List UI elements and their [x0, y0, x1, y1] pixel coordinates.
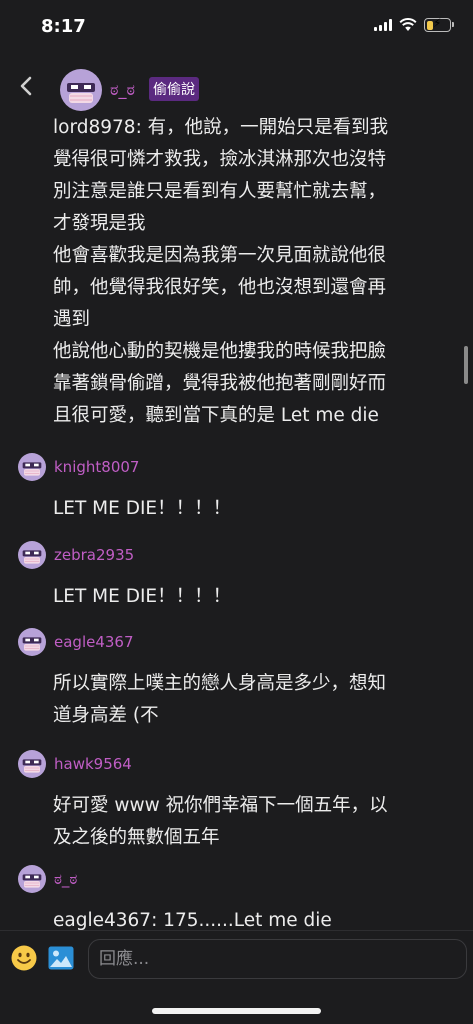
- post-line: lord8978: 有，他說，一開始只是看到我: [53, 117, 389, 138]
- qualifier-badge: 偷偷說: [149, 77, 199, 101]
- emoji-icon[interactable]: [10, 944, 38, 972]
- post-line: 靠著鎖骨偷蹭，覺得我被他抱著剛剛好而: [53, 373, 387, 394]
- status-icons: ⚡: [374, 16, 454, 32]
- avatar[interactable]: [18, 453, 46, 481]
- comment-text: LET ME DIE！！！！: [53, 581, 455, 613]
- wifi-icon: [399, 18, 417, 31]
- avatar[interactable]: [18, 865, 46, 893]
- comment-text: LET ME DIE！！！！: [53, 493, 455, 525]
- comment-username[interactable]: ಠ_ಠ: [54, 870, 77, 888]
- comment-username[interactable]: knight8007: [54, 458, 139, 476]
- post-content: lord8978: 有，他說，一開始只是看到我 覺得很可憐才救我，撿冰淇淋那次也…: [53, 112, 455, 432]
- poster-name[interactable]: ಠ_ಠ: [110, 80, 135, 100]
- post-line: 才發現是我: [53, 213, 146, 234]
- post-line: 別注意是誰只是看到有人要幫忙就去幫，: [53, 181, 387, 202]
- comment-username[interactable]: eagle4367: [54, 633, 134, 651]
- comment-username[interactable]: hawk9564: [54, 755, 132, 773]
- image-upload-icon[interactable]: [47, 944, 75, 972]
- comment-line: 道身高差 (不: [53, 705, 159, 726]
- reply-bar: [0, 930, 473, 1024]
- cellular-signal-icon: [374, 19, 392, 31]
- avatar[interactable]: [18, 541, 46, 569]
- comment-line: 所以實際上噗主的戀人身高是多少，想知: [53, 673, 387, 694]
- post-line: 覺得很可憐才救我，撿冰淇淋那次也沒特: [53, 149, 387, 170]
- post-line: 帥，他覺得我很好笑，他也沒想到還會再: [53, 277, 387, 298]
- comment-text: 好可愛 www 祝你們幸福下一個五年，以 及之後的無數個五年: [53, 790, 455, 854]
- avatar[interactable]: [60, 69, 102, 111]
- reply-input[interactable]: [88, 939, 467, 979]
- status-bar: 8:17 ⚡: [0, 0, 473, 58]
- post-line: 他會喜歡我是因為我第一次見面就說他很: [53, 245, 387, 266]
- scrollbar[interactable]: [464, 346, 468, 384]
- avatar[interactable]: [18, 628, 46, 656]
- comment-username[interactable]: zebra2935: [54, 546, 134, 564]
- comment-line: 好可愛 www 祝你們幸福下一個五年，以: [53, 795, 388, 816]
- post-line: 他說他心動的契機是他摟我的時候我把臉: [53, 341, 387, 362]
- comment-line: LET ME DIE！！！！: [53, 586, 232, 607]
- post-line: 且很可愛，聽到當下真的是 Let me die: [53, 405, 379, 426]
- home-indicator[interactable]: [152, 1008, 321, 1014]
- thread-header: ಠ_ಠ 偷偷說: [0, 58, 473, 111]
- comment-line: LET ME DIE！！！！: [53, 498, 232, 519]
- battery-icon: ⚡: [424, 16, 454, 32]
- post-line: 遇到: [53, 309, 91, 330]
- comment-text: 所以實際上噗主的戀人身高是多少，想知 道身高差 (不: [53, 668, 455, 732]
- status-time: 8:17: [41, 16, 86, 37]
- avatar[interactable]: [18, 750, 46, 778]
- back-chevron-icon[interactable]: [17, 76, 37, 96]
- comment-line: 及之後的無數個五年: [53, 827, 220, 848]
